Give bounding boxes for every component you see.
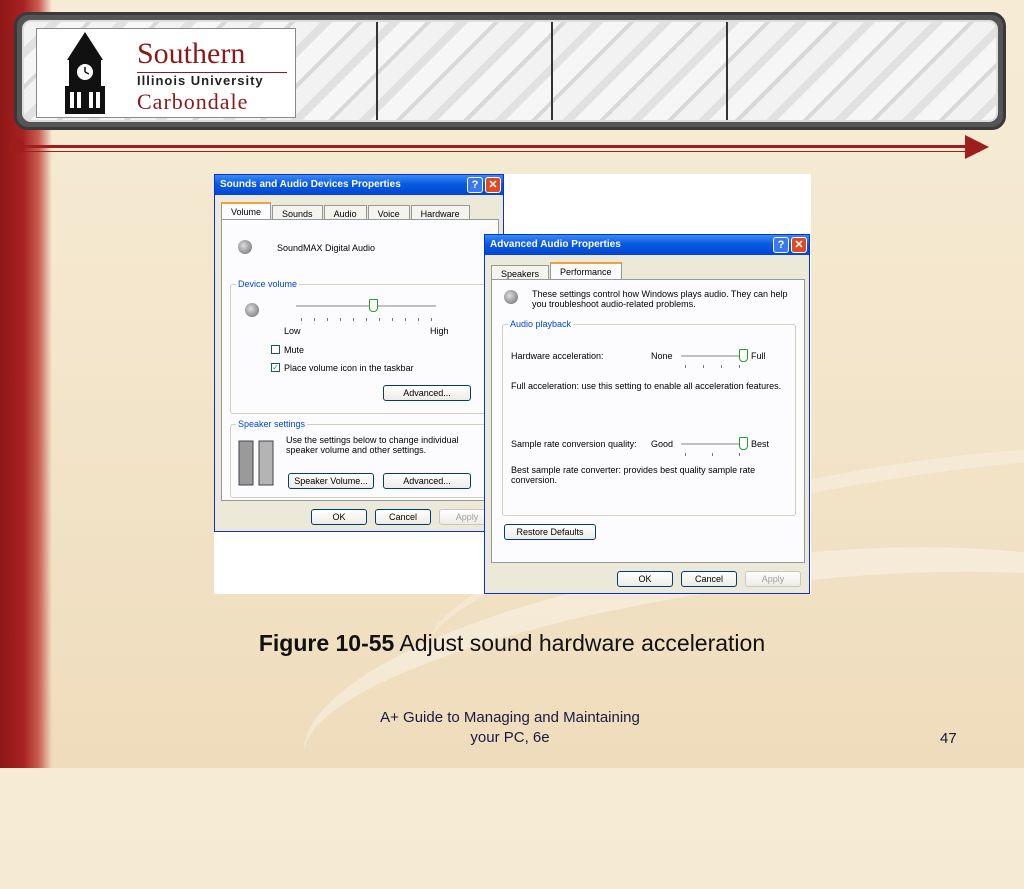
device-volume-group: Device volume Low High Mute ✓ Place volu… xyxy=(230,279,492,414)
place-icon-label: Place volume icon in the taskbar xyxy=(284,363,414,373)
slider-tick xyxy=(340,318,341,321)
ok-button[interactable]: OK xyxy=(311,509,367,525)
speaker-settings-text: Use the settings below to change individ… xyxy=(286,435,459,455)
src-good-label: Good xyxy=(651,439,674,449)
cancel-button[interactable]: Cancel xyxy=(681,571,737,587)
src-quality-slider-thumb[interactable] xyxy=(739,437,748,450)
close-icon[interactable]: ✕ xyxy=(485,177,501,193)
apply-button[interactable]: Apply xyxy=(745,571,801,587)
speaker-icon xyxy=(245,303,259,317)
volume-slider-track[interactable] xyxy=(296,305,436,308)
slider-tick xyxy=(739,365,740,368)
slider-tick xyxy=(431,318,432,321)
logo-carbondale: Carbondale xyxy=(137,89,249,114)
restore-defaults-button[interactable]: Restore Defaults xyxy=(504,524,596,540)
src-description: Best sample rate converter: provides bes… xyxy=(511,465,756,485)
sounds-audio-dialog: Sounds and Audio Devices Properties ? ✕ … xyxy=(214,174,504,532)
university-logo: Southern Illinois University Carbondale xyxy=(36,28,296,118)
speaker-volume-button[interactable]: Speaker Volume... xyxy=(288,473,374,489)
volume-panel: SoundMAX Digital Audio Device volume Low… xyxy=(221,219,499,501)
header-rule-thin xyxy=(20,151,980,152)
hw-accel-slider-track[interactable] xyxy=(681,355,743,358)
slider-tick xyxy=(314,318,315,321)
slider-tick xyxy=(301,318,302,321)
slider-tick xyxy=(418,318,419,321)
page-number: 47 xyxy=(940,730,957,747)
advanced-audio-dialog: Advanced Audio Properties ? ✕ Speakers P… xyxy=(484,234,810,594)
mute-label: Mute xyxy=(284,345,305,355)
slider-tick xyxy=(392,318,393,321)
figure-text: Adjust sound hardware acceleration xyxy=(394,630,766,656)
mute-checkbox[interactable] xyxy=(271,345,280,354)
banner-divider xyxy=(376,22,378,120)
speaker-icon xyxy=(504,290,518,304)
hw-accel-label: Hardware acceleration: xyxy=(511,351,604,361)
arrow-right-icon xyxy=(965,135,989,159)
src-quality-slider-track[interactable] xyxy=(681,443,743,446)
window-title: Advanced Audio Properties xyxy=(490,239,621,250)
place-icon-checkbox[interactable]: ✓ xyxy=(271,363,280,372)
speakers-icon xyxy=(238,440,274,486)
figure-number: Figure 10-55 xyxy=(258,630,395,656)
advanced-volume-button[interactable]: Advanced... xyxy=(383,385,471,401)
slider-tick xyxy=(712,453,713,456)
hw-accel-slider-thumb[interactable] xyxy=(739,349,748,362)
slider-ticks xyxy=(685,453,740,456)
clock-tower-icon xyxy=(65,32,105,114)
slider-tick xyxy=(353,318,354,321)
cancel-button[interactable]: Cancel xyxy=(375,509,431,525)
hw-none-label: None xyxy=(651,351,673,361)
performance-panel: These settings control how Windows plays… xyxy=(491,279,805,563)
advanced-speaker-button[interactable]: Advanced... xyxy=(383,473,471,489)
figure-caption: Figure 10-55 Adjust sound hardware accel… xyxy=(0,630,1024,657)
speaker-settings-group: Speaker settings Use the settings below … xyxy=(230,419,492,498)
audio-playback-group: Audio playback Hardware acceleration: No… xyxy=(502,319,796,516)
slider-ticks xyxy=(301,318,432,321)
close-icon[interactable]: ✕ xyxy=(791,237,807,253)
ok-button[interactable]: OK xyxy=(617,571,673,587)
slider-tick xyxy=(739,453,740,456)
speaker-icon xyxy=(238,240,252,254)
low-label: Low xyxy=(284,326,301,336)
slider-tick xyxy=(703,365,704,368)
high-label: High xyxy=(430,326,449,336)
src-best-label: Best xyxy=(751,439,770,449)
slider-tick xyxy=(379,318,380,321)
header-banner: Southern Illinois University Carbondale xyxy=(14,12,1006,130)
slider-tick xyxy=(685,453,686,456)
group-label: Device volume xyxy=(236,279,300,289)
footer-book-title: A+ Guide to Managing and Maintaining you… xyxy=(340,708,680,748)
hw-full-label: Full xyxy=(751,351,766,361)
logo-southern: Southern xyxy=(137,37,246,70)
slider-tick xyxy=(405,318,406,321)
slider-tick xyxy=(366,318,367,321)
rule-dot xyxy=(9,138,25,154)
marble-panel: Southern Illinois University Carbondale xyxy=(22,20,998,122)
footer-line-1: A+ Guide to Managing and Maintaining xyxy=(380,709,640,726)
footer-line-2: your PC, 6e xyxy=(470,729,550,746)
device-name: SoundMAX Digital Audio xyxy=(277,243,376,253)
header-rule xyxy=(20,145,980,148)
help-icon[interactable]: ? xyxy=(467,177,483,193)
group-label: Audio playback xyxy=(508,319,574,329)
slider-tick xyxy=(685,365,686,368)
group-label: Speaker settings xyxy=(236,419,308,429)
banner-divider xyxy=(726,22,728,120)
hw-accel-description: Full acceleration: use this setting to e… xyxy=(511,381,782,391)
volume-slider-thumb[interactable] xyxy=(369,299,378,312)
slider-tick xyxy=(721,365,722,368)
slider-ticks xyxy=(685,365,740,368)
help-icon[interactable]: ? xyxy=(773,237,789,253)
logo-illinois-university: Illinois University xyxy=(137,73,264,88)
src-quality-label: Sample rate conversion quality: xyxy=(511,439,637,449)
title-bar: Sounds and Audio Devices Properties ? ✕ xyxy=(215,175,503,195)
window-title: Sounds and Audio Devices Properties xyxy=(220,179,401,190)
figure-screenshot: Sounds and Audio Devices Properties ? ✕ … xyxy=(214,174,811,594)
performance-intro: These settings control how Windows plays… xyxy=(532,289,788,309)
title-bar: Advanced Audio Properties ? ✕ xyxy=(485,235,809,255)
banner-divider xyxy=(551,22,553,120)
slider-tick xyxy=(327,318,328,321)
